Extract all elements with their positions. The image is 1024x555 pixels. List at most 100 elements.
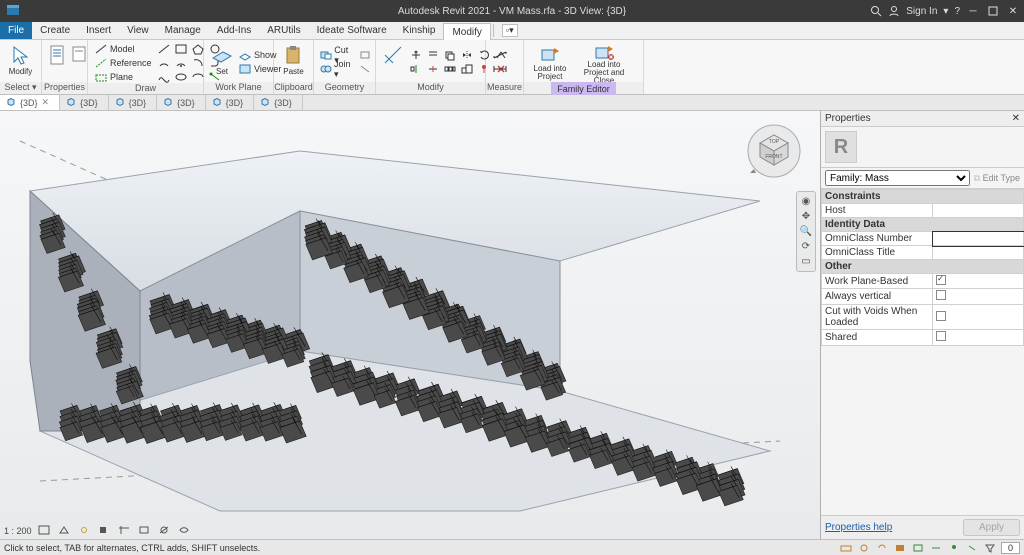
zoom-icon[interactable]: 🔍 bbox=[800, 226, 812, 237]
look-icon[interactable]: ▭ bbox=[801, 256, 810, 267]
select-underlay-icon[interactable] bbox=[929, 542, 943, 554]
close-tab-icon[interactable]: ✕ bbox=[42, 97, 50, 108]
temp-hide-icon[interactable] bbox=[158, 525, 172, 537]
draw-spline-icon[interactable] bbox=[156, 70, 172, 83]
split-icon[interactable] bbox=[425, 63, 441, 76]
load-into-project-button[interactable]: Load into Project bbox=[530, 43, 570, 81]
design-options-icon[interactable] bbox=[857, 542, 871, 554]
view-tab[interactable]: {3D} ✕ bbox=[0, 95, 60, 110]
fullnav-icon[interactable]: ◉ bbox=[802, 196, 811, 207]
view-tab[interactable]: {3D} bbox=[60, 95, 109, 110]
apply-button[interactable]: Apply bbox=[963, 519, 1020, 536]
shadows-icon[interactable] bbox=[98, 525, 112, 537]
worksets-icon[interactable] bbox=[839, 542, 853, 554]
join-button[interactable]: Join ▾ bbox=[320, 63, 353, 76]
draw-arc-center-icon[interactable] bbox=[173, 56, 189, 69]
navigation-bar[interactable]: ◉ ✥ 🔍 ⟳ ▭ bbox=[796, 191, 816, 272]
background-icon[interactable] bbox=[893, 542, 907, 554]
minimize-icon[interactable]: ─ bbox=[966, 5, 980, 17]
pan-icon[interactable]: ✥ bbox=[802, 211, 810, 222]
cube-icon bbox=[260, 97, 270, 109]
host-value[interactable] bbox=[933, 204, 1024, 218]
set-workplane-button[interactable]: Set bbox=[210, 43, 234, 81]
tab-modify[interactable]: Modify bbox=[443, 23, 490, 40]
detail-level-icon[interactable] bbox=[38, 525, 52, 537]
visual-style-icon[interactable] bbox=[58, 525, 72, 537]
crop-show-icon[interactable] bbox=[138, 525, 152, 537]
family-types-button[interactable] bbox=[70, 43, 88, 81]
signin-label[interactable]: Sign In bbox=[906, 6, 937, 17]
tab-arutils[interactable]: ARUtils bbox=[259, 22, 308, 39]
draw-arc-start-icon[interactable] bbox=[156, 56, 172, 69]
close-icon[interactable]: ✕ bbox=[1006, 5, 1020, 17]
draw-ellipse-icon[interactable] bbox=[173, 70, 189, 83]
view-scale[interactable]: 1 : 200 bbox=[4, 526, 32, 536]
view-tab[interactable]: {3D} bbox=[109, 95, 158, 110]
view-cube[interactable]: TOP FRONT bbox=[746, 121, 802, 177]
omniclass-number-value[interactable] bbox=[933, 232, 1024, 246]
tab-create[interactable]: Create bbox=[32, 22, 78, 39]
paste-button[interactable]: Paste bbox=[280, 43, 307, 81]
mirror-axis-icon[interactable] bbox=[459, 49, 475, 62]
modify-button[interactable]: Modify bbox=[6, 43, 35, 81]
omniclass-title-value[interactable] bbox=[933, 246, 1024, 260]
properties-table: Constraints Host Identity Data OmniClass… bbox=[821, 189, 1024, 346]
properties-help-link[interactable]: Properties help bbox=[825, 522, 892, 533]
measure-icon[interactable] bbox=[492, 49, 508, 62]
scale-icon[interactable] bbox=[459, 63, 475, 76]
dimension-icon[interactable] bbox=[492, 63, 508, 76]
select-links-icon[interactable] bbox=[911, 542, 925, 554]
tab-view[interactable]: View bbox=[119, 22, 157, 39]
reveal-icon[interactable] bbox=[178, 525, 192, 537]
favorites-icon[interactable]: ▾ bbox=[943, 6, 948, 17]
filter-count[interactable]: 0 bbox=[1001, 542, 1020, 554]
signin-icon[interactable] bbox=[888, 5, 900, 17]
draw-line-icon[interactable] bbox=[156, 42, 172, 55]
move-icon[interactable] bbox=[408, 49, 424, 62]
view-tab[interactable]: {3D} bbox=[254, 95, 303, 110]
view-tab[interactable]: {3D} bbox=[206, 95, 255, 110]
load-into-project-close-button[interactable]: Load into Project and Close bbox=[574, 43, 634, 81]
link-icon[interactable] bbox=[875, 542, 889, 554]
edit-type-button[interactable]: ⧉ Edit Type bbox=[974, 173, 1020, 184]
draw-rect-icon[interactable] bbox=[173, 42, 189, 55]
orbit-icon[interactable]: ⟳ bbox=[802, 241, 810, 252]
3d-viewport[interactable]: TOP FRONT ◉ ✥ 🔍 ⟳ ▭ 1 : 200 bbox=[0, 111, 820, 539]
tab-insert[interactable]: Insert bbox=[78, 22, 119, 39]
drag-icon[interactable] bbox=[965, 542, 979, 554]
align-icon bbox=[381, 43, 405, 67]
properties-button[interactable] bbox=[48, 43, 66, 81]
mirror-pick-icon[interactable] bbox=[408, 63, 424, 76]
reference-plane-button[interactable]: Plane bbox=[94, 70, 152, 83]
tab-file[interactable]: File bbox=[0, 22, 32, 39]
sun-path-icon[interactable] bbox=[78, 525, 92, 537]
array-icon[interactable] bbox=[442, 63, 458, 76]
type-selector[interactable]: Family: Mass bbox=[825, 170, 970, 186]
help-icon[interactable]: ? bbox=[954, 6, 960, 17]
model-line-button[interactable]: Model bbox=[94, 42, 152, 55]
panel-select: Modify Select ▾ bbox=[0, 40, 42, 94]
cursor-icon bbox=[9, 43, 33, 67]
view-tab[interactable]: {3D} bbox=[157, 95, 206, 110]
section-constraints[interactable]: Constraints bbox=[822, 190, 1024, 204]
tab-manage[interactable]: Manage bbox=[157, 22, 209, 39]
section-identity[interactable]: Identity Data bbox=[822, 218, 1024, 232]
cope-icon[interactable] bbox=[357, 49, 373, 62]
palette-close-icon[interactable]: ✕ bbox=[1012, 113, 1020, 124]
select-pinned-icon[interactable] bbox=[947, 542, 961, 554]
tab-ideate[interactable]: Ideate Software bbox=[309, 22, 395, 39]
search-icon[interactable] bbox=[870, 5, 882, 17]
filter-icon[interactable] bbox=[983, 542, 997, 554]
reference-line-button[interactable]: Reference bbox=[94, 56, 152, 69]
copy-icon[interactable] bbox=[442, 49, 458, 62]
section-other[interactable]: Other bbox=[822, 260, 1024, 274]
maximize-icon[interactable] bbox=[986, 5, 1000, 17]
tab-kinship[interactable]: Kinship bbox=[395, 22, 444, 39]
align-button[interactable] bbox=[382, 43, 404, 81]
crop-icon[interactable] bbox=[118, 525, 132, 537]
app-menu-icon[interactable] bbox=[6, 4, 20, 19]
split-face-icon[interactable] bbox=[357, 63, 373, 76]
ribbon-expand-icon[interactable]: ▫▾ bbox=[502, 24, 518, 37]
tab-addins[interactable]: Add-Ins bbox=[209, 22, 259, 39]
offset-icon[interactable] bbox=[425, 49, 441, 62]
